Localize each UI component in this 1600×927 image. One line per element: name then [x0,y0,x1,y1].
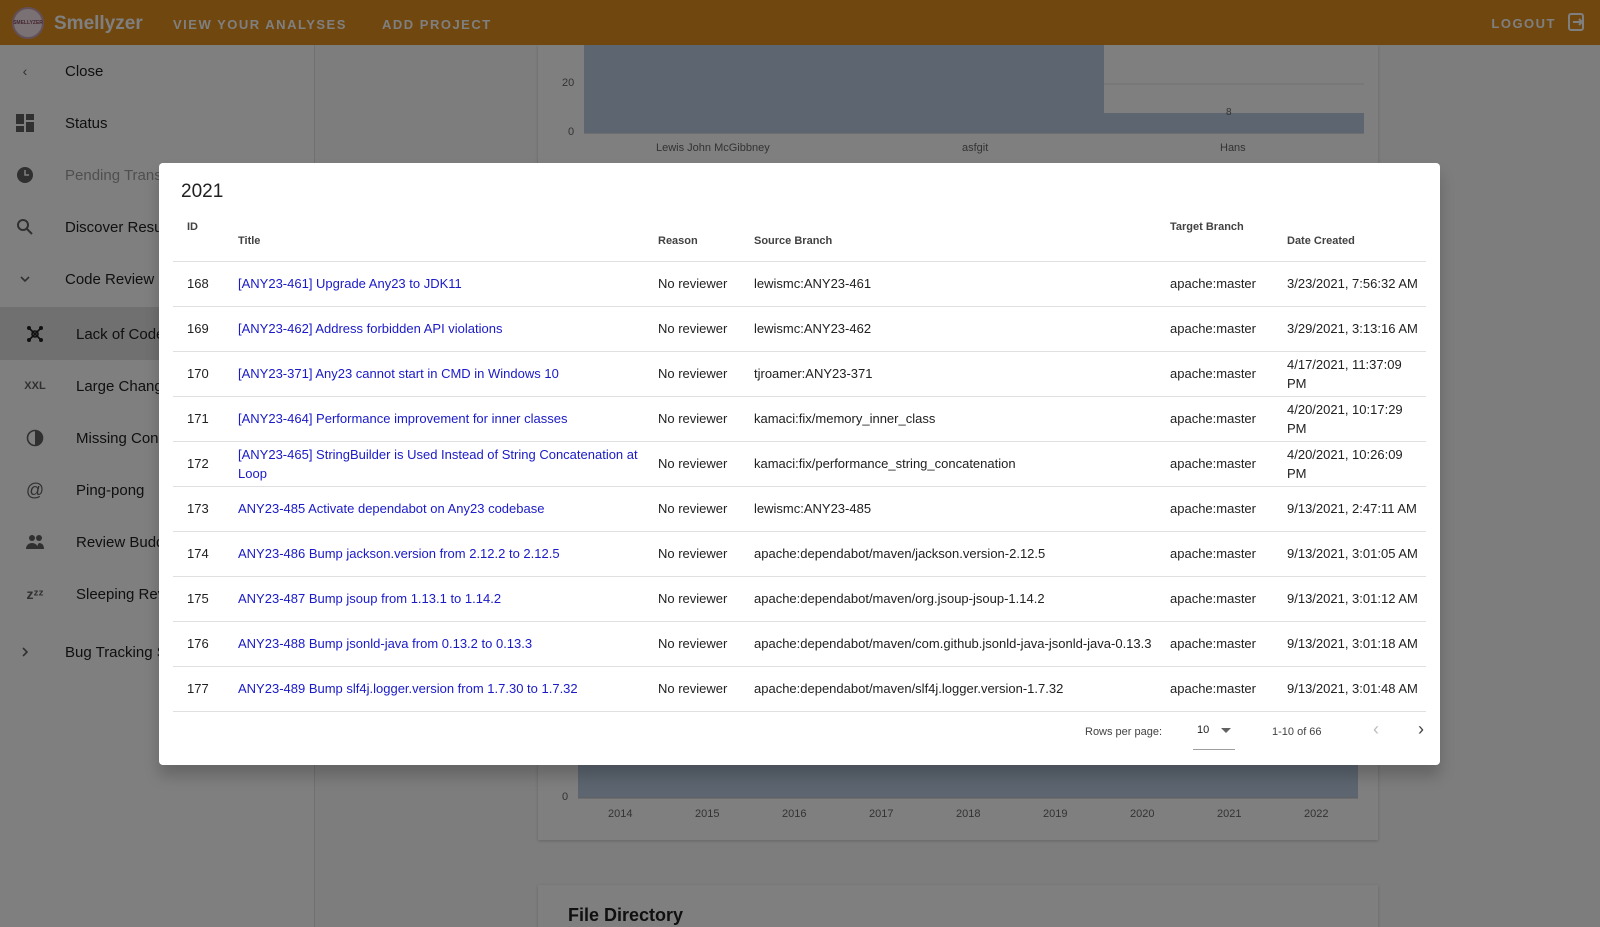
cell-id: 174 [173,531,230,577]
cell-date-created: 4/20/2021, 10:26:09 PM [1279,441,1426,487]
column-header-source-branch[interactable]: Source Branch [746,209,1162,262]
table-row: 168 [ANY23-461] Upgrade Any23 to JDK11 No … [173,261,1426,307]
cell-date-created: 4/20/2021, 10:17:29 PM [1279,396,1426,442]
cell-source-branch: tjroamer:ANY23-371 [746,351,1162,397]
pr-title-link[interactable]: ANY23-488 Bump jsonld-java from 0.13.2 t… [230,621,650,667]
table-row: 177 ANY23-489 Bump slf4j.logger.version f… [173,666,1426,712]
pr-title-link[interactable]: ANY23-486 Bump jackson.version from 2.12… [230,531,650,577]
cell-date-created: 3/29/2021, 3:13:16 AM [1279,306,1426,352]
cell-source-branch: lewismc:ANY23-461 [746,261,1162,307]
cell-id: 171 [173,396,230,442]
rows-per-page-label: Rows per page: [1085,726,1163,738]
cell-date-created: 3/23/2021, 7:56:32 AM [1279,261,1426,307]
cell-source-branch: kamaci:fix/performance_string_concatenat… [746,441,1162,487]
cell-target-branch: apache:master [1162,621,1279,667]
cell-target-branch: apache:master [1162,576,1279,622]
pr-title-link[interactable]: ANY23-485 Activate dependabot on Any23 c… [230,486,650,532]
cell-source-branch: apache:dependabot/maven/jackson.version-… [746,531,1162,577]
cell-reason: No reviewer [650,621,746,667]
chevron-right-icon: › [1418,719,1424,739]
previous-page-button[interactable]: ‹ [1364,719,1388,743]
table-row: 175 ANY23-487 Bump jsoup from 1.13.1 to 1… [173,576,1426,622]
cell-target-branch: apache:master [1162,531,1279,577]
cell-reason: No reviewer [650,486,746,532]
cell-target-branch: apache:master [1162,441,1279,487]
cell-reason: No reviewer [650,396,746,442]
cell-id: 169 [173,306,230,352]
cell-target-branch: apache:master [1162,351,1279,397]
cell-target-branch: apache:master [1162,261,1279,307]
cell-id: 173 [173,486,230,532]
column-header-date-created[interactable]: Date Created [1279,209,1426,262]
pagination-range: 1-10 of 66 [1272,726,1322,738]
table-row: 174 ANY23-486 Bump jackson.version from 2… [173,531,1426,577]
cell-date-created: 9/13/2021, 3:01:48 AM [1279,666,1426,712]
pr-title-link[interactable]: [ANY23-462] Address forbidden API violat… [230,306,650,352]
cell-id: 170 [173,351,230,397]
cell-reason: No reviewer [650,261,746,307]
table-row: 171 [ANY23-464] Performance improvement f… [173,396,1426,442]
cell-reason: No reviewer [650,351,746,397]
cell-source-branch: lewismc:ANY23-485 [746,486,1162,532]
cell-source-branch: kamaci:fix/memory_inner_class [746,396,1162,442]
column-header-reason[interactable]: Reason [650,209,746,262]
table-header-row: ID Title Reason Source Branch Target Bra… [173,209,1426,262]
cell-target-branch: apache:master [1162,666,1279,712]
dropdown-caret-icon[interactable] [1221,728,1231,733]
cell-id: 172 [173,441,230,487]
cell-reason: No reviewer [650,441,746,487]
pr-title-link[interactable]: ANY23-489 Bump slf4j.logger.version from… [230,666,650,712]
table-row: 172 [ANY23-465] StringBuilder is Used Ins… [173,441,1426,487]
cell-target-branch: apache:master [1162,486,1279,532]
cell-id: 177 [173,666,230,712]
table-pagination: Rows per page: 10 1-10 of 66 ‹ › [159,711,1440,751]
pr-title-link[interactable]: [ANY23-461] Upgrade Any23 to JDK11 [230,261,650,307]
cell-id: 175 [173,576,230,622]
chevron-left-icon: ‹ [1373,719,1379,739]
next-page-button[interactable]: › [1409,719,1433,743]
pr-title-link[interactable]: [ANY23-371] Any23 cannot start in CMD in… [230,351,650,397]
column-header-id[interactable]: ID [173,209,230,262]
cell-reason: No reviewer [650,306,746,352]
cell-target-branch: apache:master [1162,306,1279,352]
pr-title-link[interactable]: [ANY23-464] Performance improvement for … [230,396,650,442]
table-row: 169 [ANY23-462] Address forbidden API vio… [173,306,1426,352]
cell-reason: No reviewer [650,576,746,622]
cell-date-created: 9/13/2021, 3:01:18 AM [1279,621,1426,667]
cell-reason: No reviewer [650,666,746,712]
table-row: 170 [ANY23-371] Any23 cannot start in CMD… [173,351,1426,397]
dialog-title: 2021 [181,181,224,202]
cell-id: 168 [173,261,230,307]
column-header-target-branch[interactable]: Target Branch [1162,209,1279,262]
cell-date-created: 9/13/2021, 3:01:12 AM [1279,576,1426,622]
cell-id: 176 [173,621,230,667]
pr-title-link[interactable]: [ANY23-465] StringBuilder is Used Instea… [230,441,650,487]
cell-source-branch: apache:dependabot/maven/org.jsoup-jsoup-… [746,576,1162,622]
cell-date-created: 4/17/2021, 11:37:09 PM [1279,351,1426,397]
cell-source-branch: lewismc:ANY23-462 [746,306,1162,352]
cell-source-branch: apache:dependabot/maven/com.github.jsonl… [746,621,1162,667]
cell-source-branch: apache:dependabot/maven/slf4j.logger.ver… [746,666,1162,712]
column-header-title[interactable]: Title [230,209,650,262]
table-row: 176 ANY23-488 Bump jsonld-java from 0.13.… [173,621,1426,667]
pull-requests-table: ID Title Reason Source Branch Target Bra… [173,209,1426,712]
rows-per-page-value: 10 [1197,724,1210,736]
cell-date-created: 9/13/2021, 3:01:05 AM [1279,531,1426,577]
pull-requests-dialog: 2021 ID Title Reason Source Branch Targe… [159,163,1440,765]
table-row: 173 ANY23-485 Activate dependabot on Any2… [173,486,1426,532]
cell-target-branch: apache:master [1162,396,1279,442]
pr-title-link[interactable]: ANY23-487 Bump jsoup from 1.13.1 to 1.14… [230,576,650,622]
cell-date-created: 9/13/2021, 2:47:11 AM [1279,486,1426,532]
cell-reason: No reviewer [650,531,746,577]
